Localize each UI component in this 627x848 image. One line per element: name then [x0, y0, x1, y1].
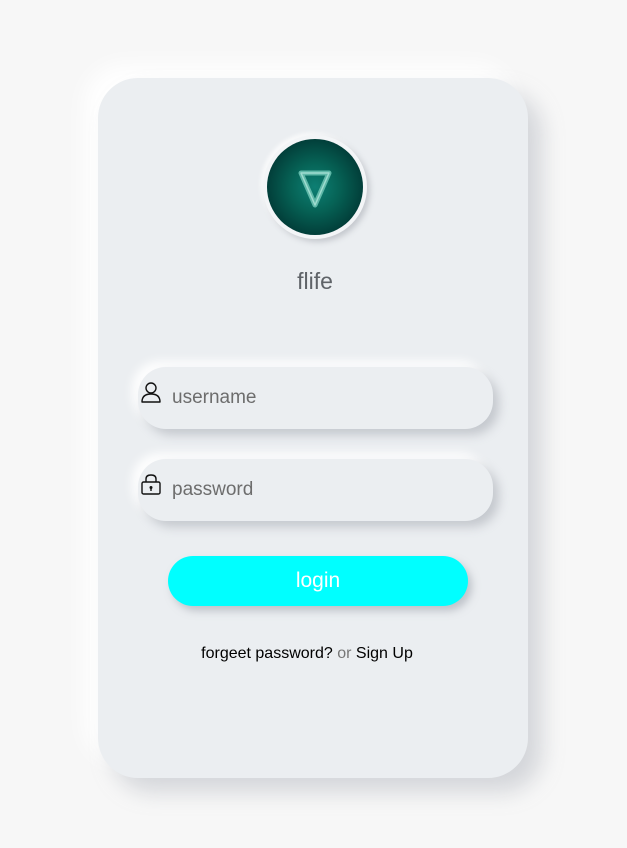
username-field[interactable]: [138, 367, 493, 429]
login-button[interactable]: login: [168, 556, 468, 606]
user-icon: [141, 382, 161, 403]
logo: [263, 135, 367, 239]
or-text: or: [337, 645, 352, 662]
forgot-password-link[interactable]: forgeet password?: [201, 645, 333, 662]
triangle-logo-icon: [298, 170, 332, 208]
logo-badge: [267, 139, 363, 235]
lock-icon: [141, 474, 161, 495]
app-name: flife: [297, 268, 333, 294]
password-input[interactable]: [172, 475, 472, 505]
footer-links: forgeet password? or Sign Up: [98, 645, 516, 663]
sign-up-link[interactable]: Sign Up: [356, 645, 413, 662]
username-input[interactable]: [172, 383, 472, 413]
login-card: flife login forgeet password? or Sign Up: [98, 78, 528, 778]
password-field[interactable]: [138, 459, 493, 521]
